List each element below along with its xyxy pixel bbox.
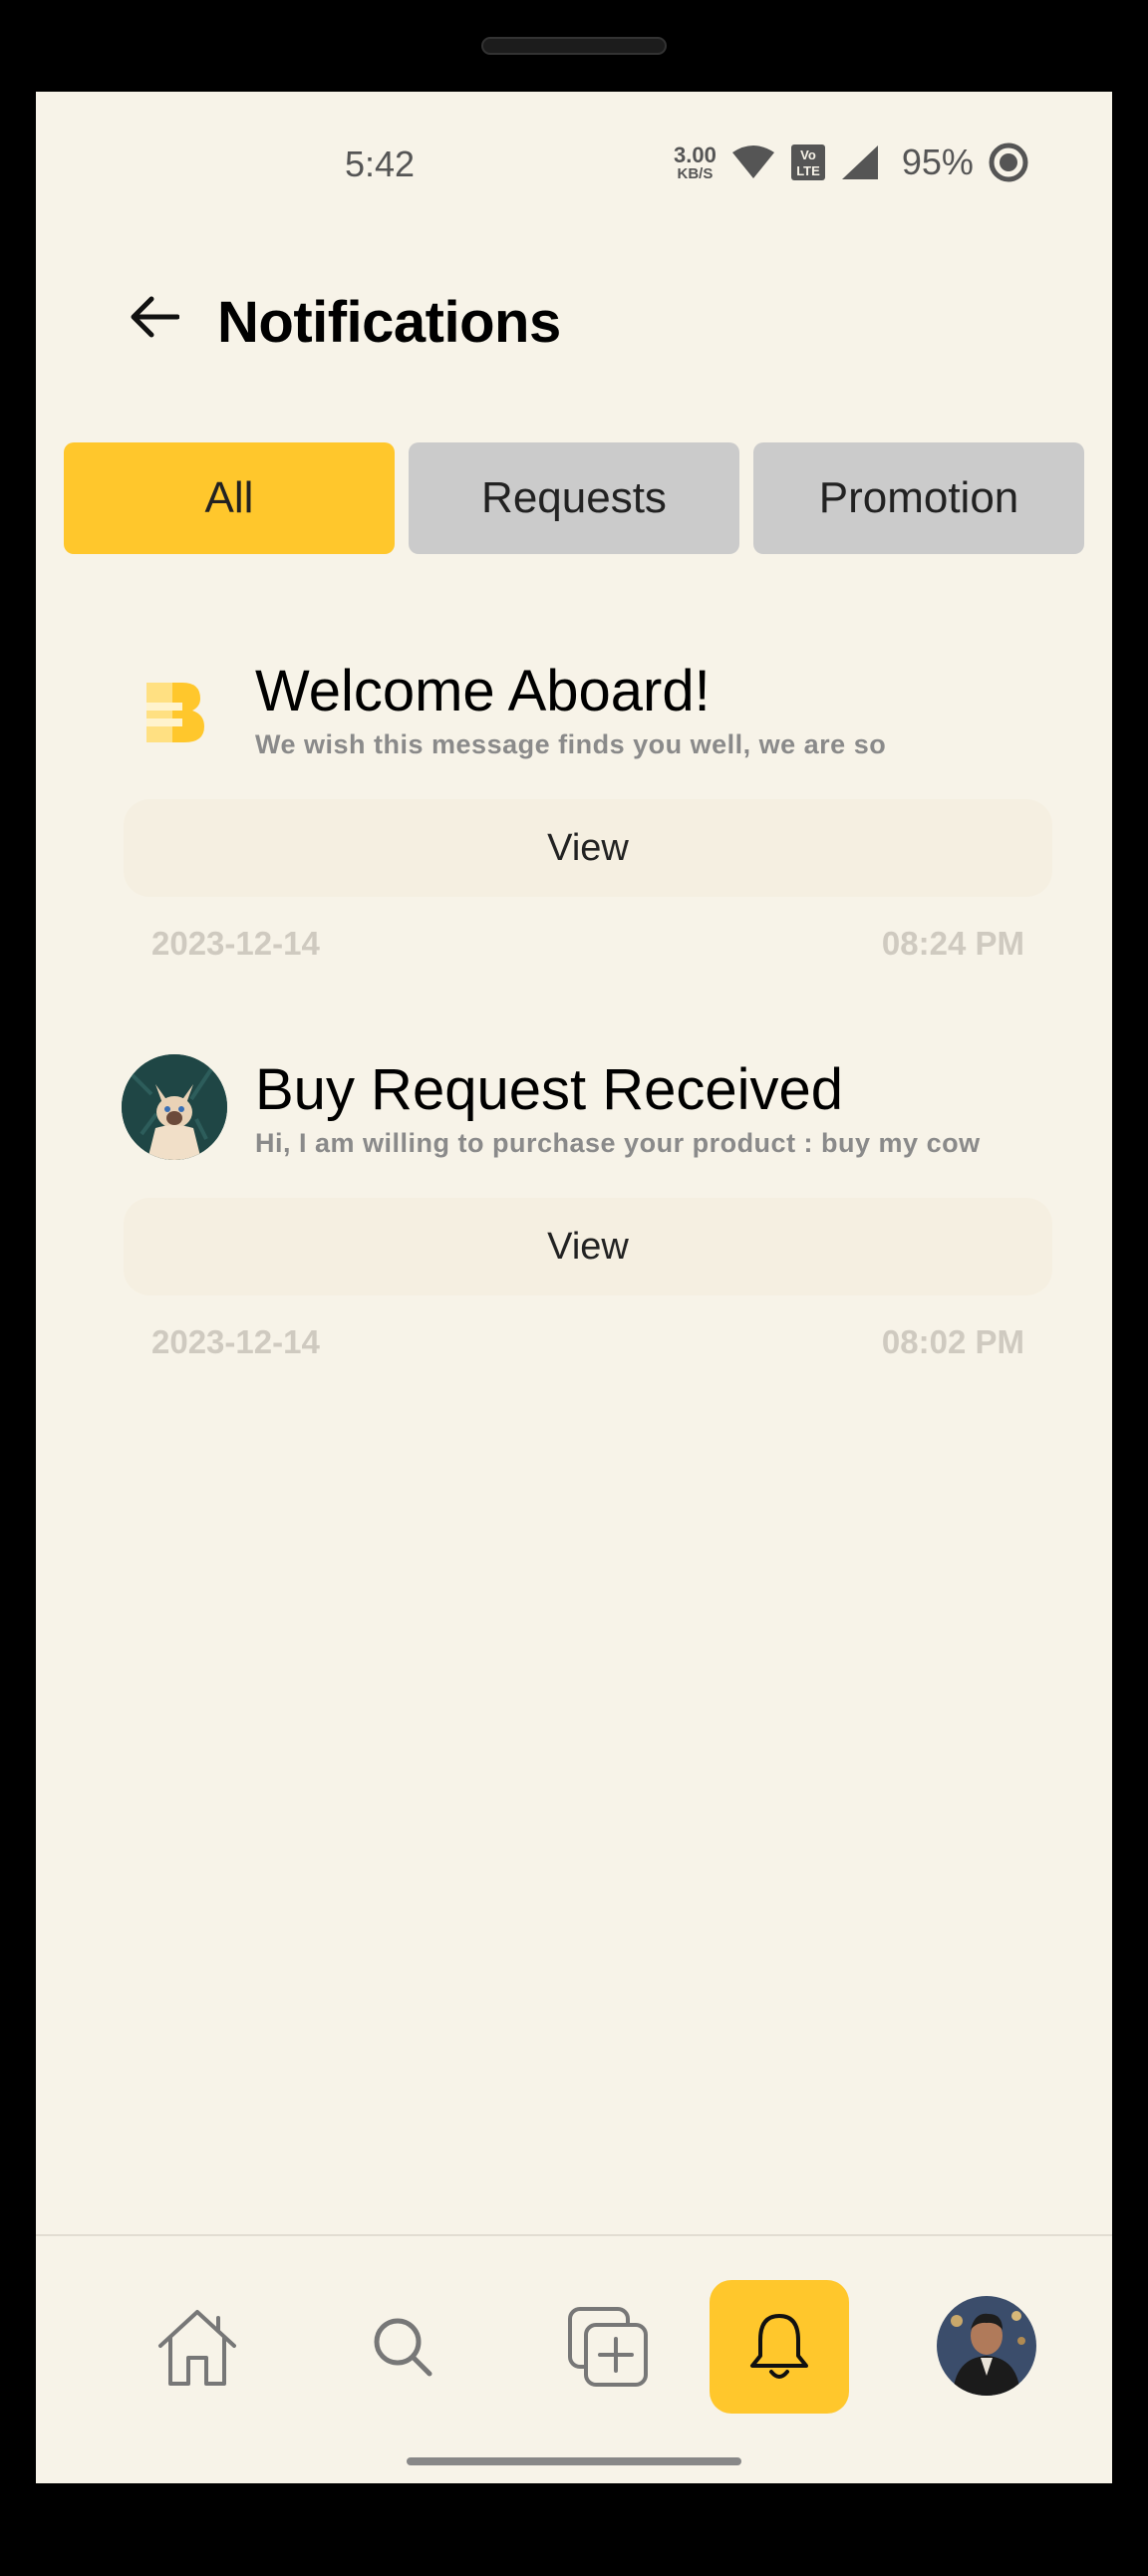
phone-frame: 5:42 3.00 KB/S Vo LTE 95% Notifications … [0,0,1148,2576]
home-indicator[interactable] [407,2457,741,2465]
network-speed: 3.00 KB/S [674,142,717,182]
brand-b-logo-icon [146,683,204,742]
notification-time: 08:24 PM [881,925,1024,962]
notification-date: 2023-12-14 [151,925,320,962]
status-time: 5:42 [345,143,416,184]
svg-text:Vo: Vo [800,147,816,162]
battery-percent: 95% [901,142,974,182]
profile-avatar-icon [937,2296,1036,2396]
network-speed-unit: KB/S [677,164,714,182]
network-speed-value: 3.00 [674,142,717,167]
arrow-left-icon [131,296,179,338]
add-post-icon [568,2307,648,2387]
battery-ring-icon [989,143,1028,182]
notification-time: 08:02 PM [881,1323,1024,1360]
nav-add-post[interactable] [538,2280,678,2414]
notification-date: 2023-12-14 [151,1323,320,1360]
speaker-grille [481,37,667,55]
notification-title: Buy Request Received [255,1057,843,1122]
nav-home[interactable] [128,2280,267,2414]
bell-icon [750,2314,808,2379]
brand-logo [122,660,227,765]
cat-avatar-icon [122,1054,227,1160]
notification-message: We wish this message finds you well, we … [255,729,887,759]
svg-text:LTE: LTE [796,163,820,178]
nav-profile-avatar[interactable] [937,2296,1036,2396]
tab-requests[interactable]: Requests [409,442,739,554]
wifi-icon [731,145,774,178]
search-icon [374,2318,432,2377]
nav-notifications[interactable] [710,2280,849,2414]
page-title: Notifications [217,290,561,355]
sender-avatar[interactable] [122,1054,227,1160]
home-icon [158,2310,236,2386]
nav-search[interactable] [333,2280,472,2414]
cell-signal-icon [841,145,878,179]
view-button[interactable]: View [124,1198,1052,1295]
view-button[interactable]: View [124,799,1052,897]
status-icons: 3.00 KB/S Vo LTE 95% [674,138,1029,187]
tab-all[interactable]: All [64,442,395,554]
notification-message: Hi, I am willing to purchase your produc… [255,1128,981,1158]
tab-promotion[interactable]: Promotion [753,442,1084,554]
app-screen: 5:42 3.00 KB/S Vo LTE 95% Notifications … [36,92,1112,2483]
back-button[interactable] [124,287,183,347]
bottom-nav-divider [36,2234,1112,2236]
notification-title: Welcome Aboard! [255,659,711,723]
volte-icon: Vo LTE [790,144,825,180]
